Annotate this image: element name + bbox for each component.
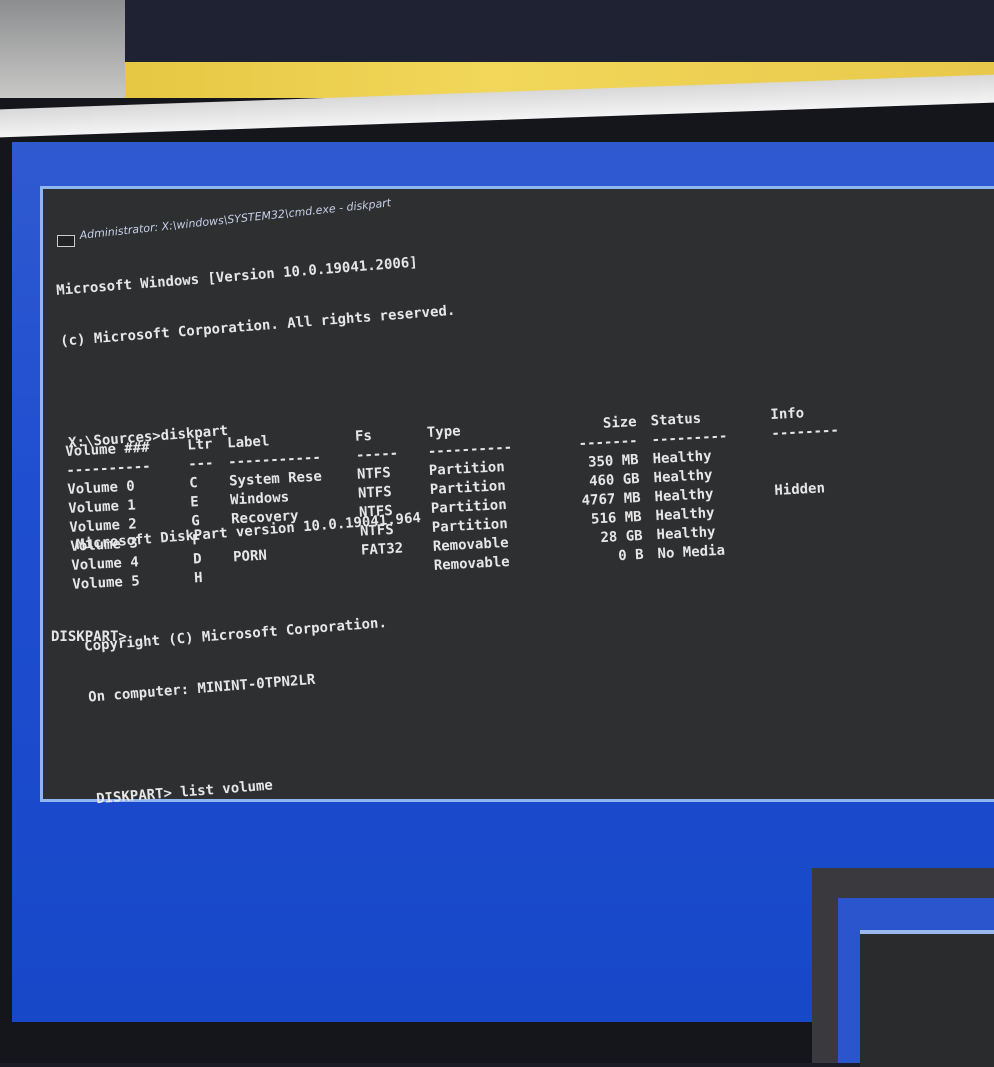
volume-table: Volume ### Ltr Label Fs Type Size Status…: [65, 405, 839, 596]
console-command: DISKPART> list volume: [95, 777, 274, 808]
cell-type: Removable: [433, 553, 511, 574]
cell-fs: NTFS: [358, 502, 394, 521]
secondary-monitor-terminal: [860, 930, 994, 1067]
cell-ltr: C: [188, 475, 199, 492]
cell-status: Healthy: [655, 505, 715, 525]
table-row: Volume 3 F NTFS Partition 516 MB Healthy: [70, 505, 715, 558]
cell-status: Healthy: [652, 448, 712, 468]
separator: -----: [355, 445, 399, 464]
diskpart-prompt[interactable]: DISKPART>: [51, 629, 127, 645]
cell-size: 516 MB: [590, 508, 643, 528]
cell-fs: FAT32: [360, 540, 404, 559]
console-line: (c) Microsoft Corporation. All rights re…: [59, 302, 456, 350]
cell-type: Partition: [429, 478, 507, 498]
header-size: Size: [602, 414, 638, 432]
separator: --------: [771, 422, 840, 443]
table-separator-row: ---------- --- ----------- ----- -------…: [66, 422, 839, 482]
table-header-row: Volume ### Ltr Label Fs Type Size Status…: [65, 405, 805, 463]
cell-ltr: D: [192, 551, 203, 568]
separator: -------: [578, 433, 639, 453]
cell-type: Partition: [428, 459, 506, 479]
table-row: Volume 2 G Recovery NTFS Partition 4767 MB Hea…: [69, 480, 825, 539]
table-row: Volume 0 C System Rese NTFS Partition 350 MB H…: [67, 448, 712, 501]
background-dark-panel: [120, 0, 994, 62]
cell-ltr: H: [193, 569, 204, 587]
cell-fs: NTFS: [357, 483, 393, 502]
cell-status: Healthy: [654, 486, 714, 506]
cell-size: 4767 MB: [581, 489, 642, 510]
cell-type: Partition: [431, 515, 509, 536]
header-ltr: Ltr: [186, 436, 213, 454]
cell-type: Removable: [432, 534, 510, 555]
cell-info: Hidden: [774, 480, 826, 499]
cmd-icon: [57, 235, 75, 247]
table-row: Volume 4 D PORN FAT32 Removable 28 GB Healthy: [71, 524, 716, 577]
header-type: Type: [426, 423, 462, 442]
header-fs: Fs: [354, 427, 373, 445]
cell-status: No Media: [657, 542, 726, 563]
cmd-window[interactable]: Administrator: X:\windows\SYSTEM32\cmd.e…: [40, 186, 994, 807]
cell-fs: NTFS: [356, 465, 392, 483]
separator: ---: [187, 455, 214, 473]
cell-size: 0 B: [617, 546, 645, 565]
console-line: Copyright (C) Microsoft Corporation.: [83, 614, 388, 655]
cell-type: Partition: [430, 496, 508, 517]
cell-ltr: G: [190, 513, 201, 530]
cell-status: Healthy: [653, 467, 713, 487]
cell-label: PORN: [232, 547, 268, 566]
separator: ----------: [427, 439, 513, 461]
separator: ---------: [651, 428, 728, 449]
header-info: Info: [770, 405, 805, 424]
cell-ltr: E: [189, 494, 200, 511]
console-line: Microsoft Windows [Version 10.0.19041.20…: [55, 254, 419, 299]
console-line: On computer: MININT-0TPN2LR: [87, 671, 316, 706]
cell-ltr: F: [191, 532, 202, 549]
cell-size: 28 GB: [600, 527, 644, 547]
cell-status: Healthy: [656, 524, 716, 544]
header-status: Status: [650, 410, 702, 430]
header-label: Label: [226, 433, 270, 452]
cell-size: 460 GB: [588, 470, 641, 490]
background-light-object: [0, 0, 125, 100]
cell-fs: NTFS: [359, 521, 395, 540]
cell-size: 350 MB: [587, 452, 640, 471]
table-row: Volume 1 E Windows NTFS Partition 460 GB Healt…: [68, 467, 713, 520]
cell-label: Windows: [229, 489, 290, 509]
table-row: Volume 5 H Removable 0 B No Media: [72, 543, 725, 596]
